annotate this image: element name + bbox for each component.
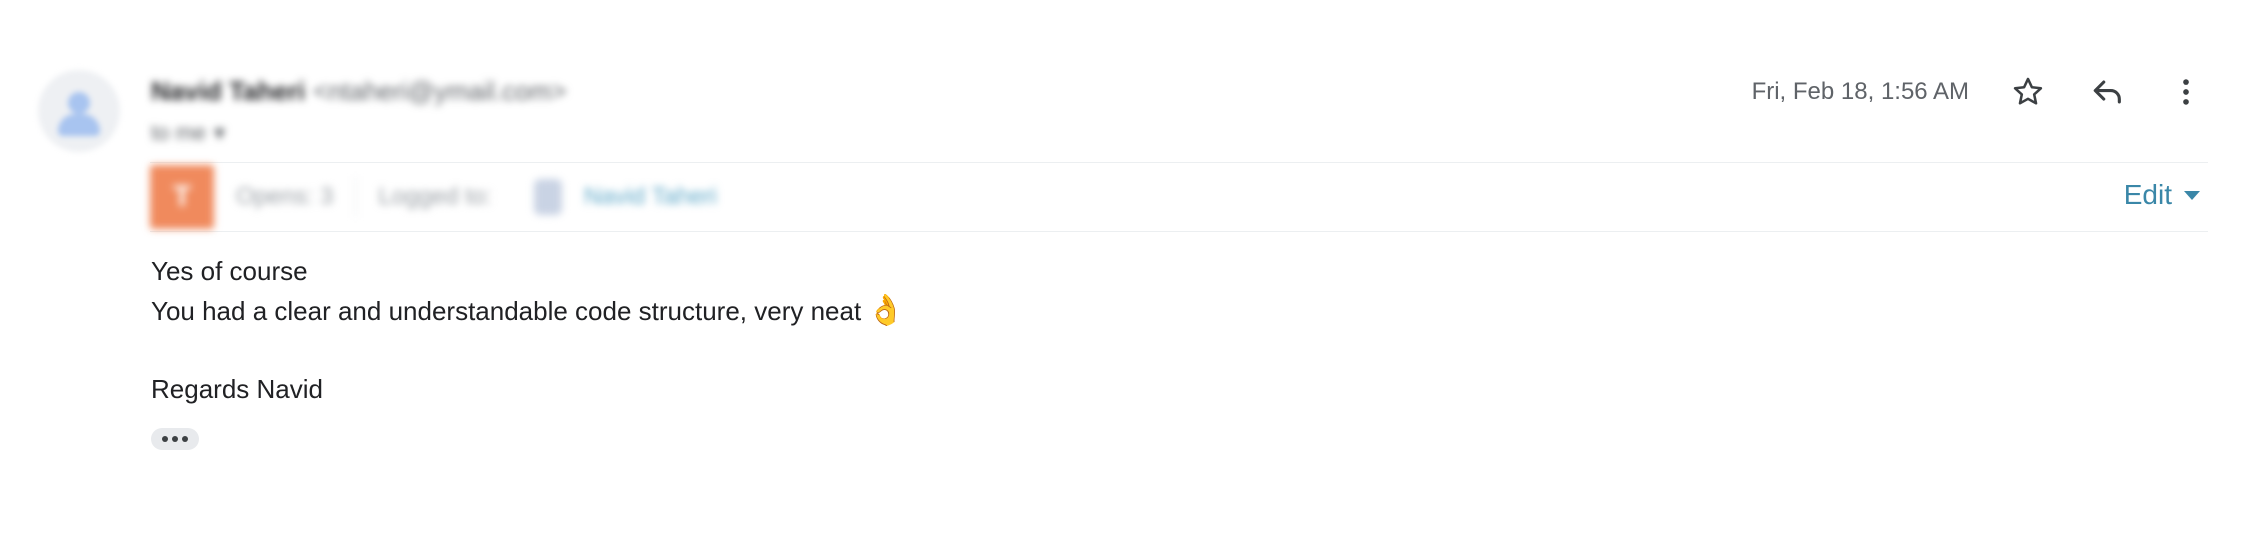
tracker-opens-count: Opens: 3 [236, 183, 334, 210]
reply-icon [2093, 80, 2121, 104]
sender-line: Navid Taheri <ntaheri@ymail.com> [151, 76, 566, 107]
tracker-logo-icon: T [150, 165, 214, 229]
sender-name[interactable]: Navid Taheri [151, 76, 305, 106]
body-line-text: You had a clear and understandable code … [151, 296, 862, 326]
body-blank-line [151, 331, 905, 370]
chevron-down-icon [2184, 190, 2200, 200]
recipient-label: to me [151, 120, 207, 145]
ok-hand-emoji-icon: 👌 [867, 294, 905, 327]
edit-label: Edit [2123, 179, 2172, 210]
avatar-head-shape [68, 92, 90, 114]
recipient-line: to me ▾ [151, 120, 225, 146]
dot-icon [162, 436, 168, 442]
show-trimmed-content-button[interactable] [151, 428, 199, 450]
tracker-contact-link[interactable]: Navid Taheri [584, 183, 717, 211]
tracking-summary: T Opens: 3 Logged to: Navid Taheri [150, 163, 1010, 231]
body-line: Regards Navid [151, 374, 323, 404]
tracker-logged-to-label: Logged to: [378, 183, 492, 210]
recipient-details-caret-icon[interactable]: ▾ [214, 120, 225, 145]
tracker-divider [355, 177, 357, 217]
avatar-body-shape [58, 114, 100, 136]
reply-button[interactable] [2086, 70, 2130, 114]
star-button[interactable] [2006, 70, 2050, 114]
edit-dropdown-button[interactable]: Edit [2124, 179, 2200, 211]
contact-icon [533, 179, 562, 215]
dot-icon [172, 436, 178, 442]
dot-icon [182, 436, 188, 442]
sender-email: <ntaheri@ymail.com> [313, 76, 567, 106]
tracking-bar: T Opens: 3 Logged to: Navid Taheri Edit [150, 162, 2208, 232]
sender-avatar [38, 70, 120, 152]
message-timestamp: Fri, Feb 18, 1:56 AM [1751, 78, 1969, 105]
message-body: Yes of course You had a clear and unders… [151, 252, 905, 409]
more-options-button[interactable] [2164, 70, 2208, 114]
more-vert-icon [2183, 79, 2189, 105]
body-line: You had a clear and understandable code … [151, 291, 905, 331]
body-line: Yes of course [151, 256, 308, 286]
star-icon [2013, 77, 2043, 105]
